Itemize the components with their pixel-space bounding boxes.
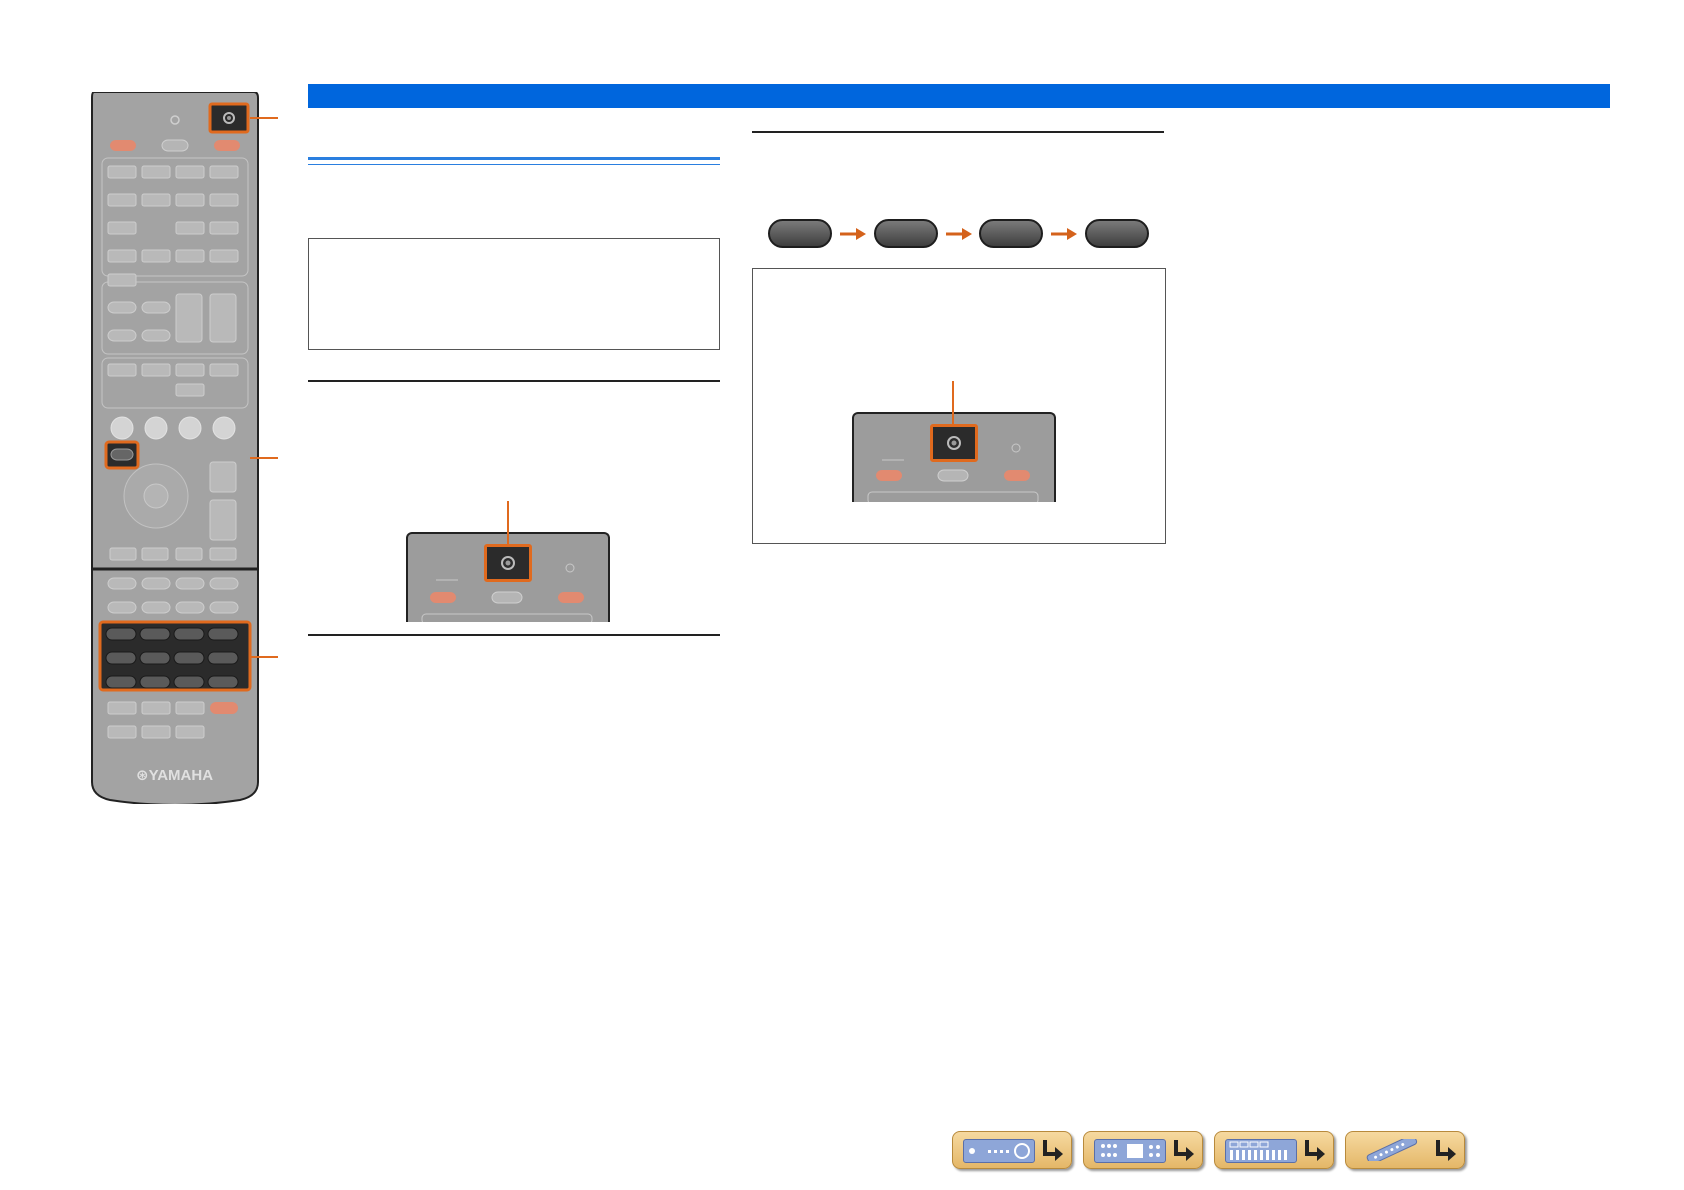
remote-control-icon [91, 91, 259, 806]
return-arrow-icon [1174, 1140, 1194, 1161]
highlighted-button-2 [930, 424, 978, 462]
front-panel-icon [963, 1139, 1035, 1163]
nav-on-screen-menu-button[interactable] [1214, 1131, 1334, 1169]
return-arrow-icon [1043, 1140, 1063, 1161]
remote-control-icon [1356, 1134, 1426, 1165]
callout-line-2 [952, 381, 954, 424]
header-bar [308, 84, 1610, 108]
step-rule-2 [752, 131, 1164, 133]
nav-front-panel-button[interactable] [952, 1131, 1072, 1169]
on-screen-menu-icon [1225, 1139, 1297, 1163]
nav-remote-control-button[interactable] [1345, 1131, 1465, 1169]
arrow-right-icon [946, 228, 972, 240]
arrow-right-icon [840, 228, 866, 240]
highlighted-button [484, 544, 532, 582]
sequence-button-4 [1085, 219, 1149, 248]
sequence-button-2 [874, 219, 938, 248]
note-box [308, 238, 720, 350]
step-rule [308, 380, 720, 382]
sequence-button-3 [979, 219, 1043, 248]
button-icon [501, 556, 515, 570]
arrow-right-icon [1051, 228, 1077, 240]
rear-panel-icon [1094, 1139, 1166, 1163]
button-icon [947, 436, 961, 450]
return-arrow-icon [1436, 1140, 1456, 1161]
section-rule [308, 157, 720, 160]
section-end-rule [308, 634, 720, 636]
remote-control-illustration: ⊛YAMAHA [90, 91, 260, 806]
callout-leaders [250, 117, 278, 658]
nav-rear-panel-button[interactable] [1083, 1131, 1203, 1169]
return-arrow-icon [1305, 1140, 1325, 1161]
section-rule-thin [308, 164, 720, 165]
callout-line [507, 501, 509, 544]
sequence-button-1 [768, 219, 832, 248]
yamaha-logo: ⊛YAMAHA [136, 767, 214, 784]
